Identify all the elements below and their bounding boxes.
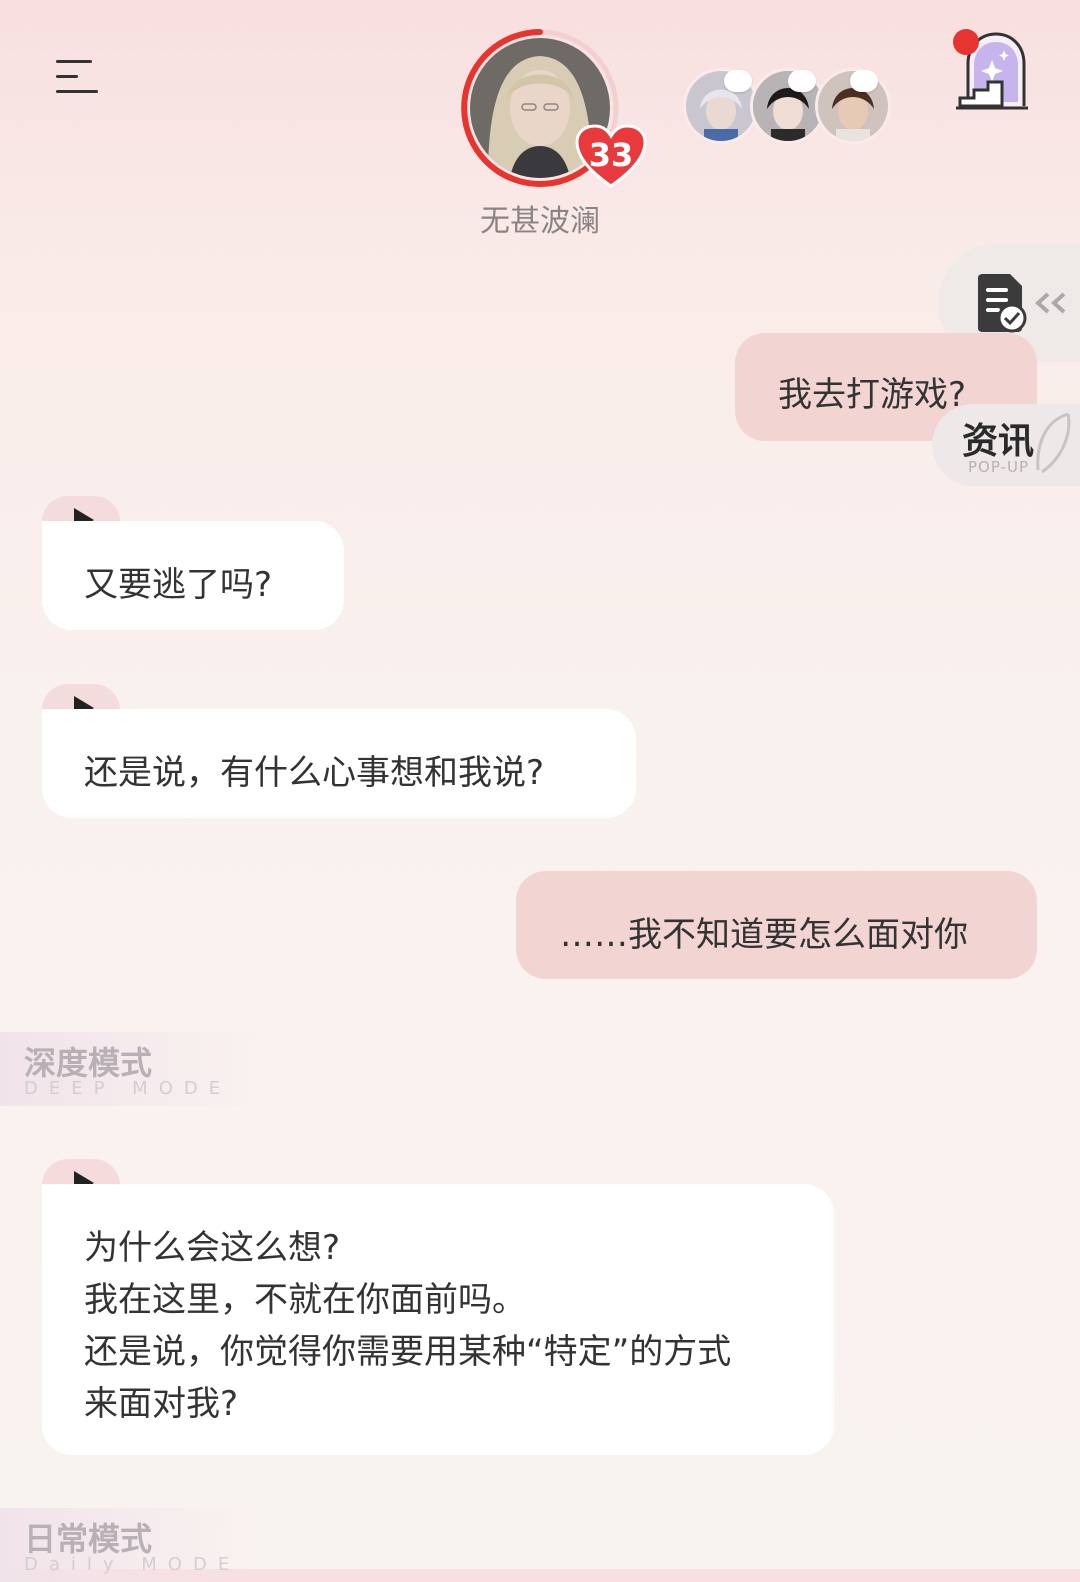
message-line: 还是说，你觉得你需要用某种“特定”的方式 (84, 1332, 732, 1372)
message-bubble-user: ……我不知道要怎么面对你 (516, 871, 1037, 979)
popup-title[interactable]: 资讯 (962, 412, 1034, 464)
chat-bubble-icon (850, 70, 878, 92)
character-name: 无甚波澜 (480, 204, 600, 239)
message-bubble-ai: 还是说，有什么心事想和我说? (42, 709, 636, 818)
message-line: 来面对我? (84, 1384, 239, 1424)
mode-subtitle: Daily MODE (24, 1554, 241, 1575)
message-bubble-ai: 为什么会这么想? 我在这里，不就在你面前吗。 还是说，你觉得你需要用某种“特定”… (42, 1184, 834, 1455)
message-text: 还是说，有什么心事想和我说? (84, 753, 545, 793)
menu-icon (56, 60, 92, 63)
chat-bubble-icon (724, 70, 752, 92)
chevrons-left-icon (1035, 292, 1066, 314)
deep-mode-tag: 深度模式 DEEP MODE (0, 1032, 260, 1106)
affinity-heart-badge: 33 (575, 124, 647, 188)
menu-icon-line (56, 75, 78, 78)
message-text: 又要逃了吗? (84, 565, 273, 605)
message-line: 为什么会这么想? (84, 1228, 341, 1268)
notification-dot (953, 29, 979, 55)
affinity-level: 33 (588, 136, 634, 174)
document-check-icon (978, 274, 1027, 333)
message-line: 我在这里，不就在你面前吗。 (84, 1280, 526, 1320)
feather-icon (1036, 412, 1071, 474)
menu-button[interactable] (52, 55, 104, 99)
message-bubble-ai: 又要逃了吗? (42, 521, 344, 630)
mode-subtitle: DEEP MODE (24, 1078, 232, 1099)
message-text: 我去打游戏? (778, 375, 967, 415)
menu-icon-line (56, 90, 98, 93)
message-text: ……我不知道要怎么面对你 (560, 915, 968, 955)
popup-subtitle: POP-UP (968, 458, 1030, 476)
daily-mode-tag: 日常模式 Daily MODE (0, 1508, 260, 1582)
chat-bubble-icon (788, 70, 816, 92)
